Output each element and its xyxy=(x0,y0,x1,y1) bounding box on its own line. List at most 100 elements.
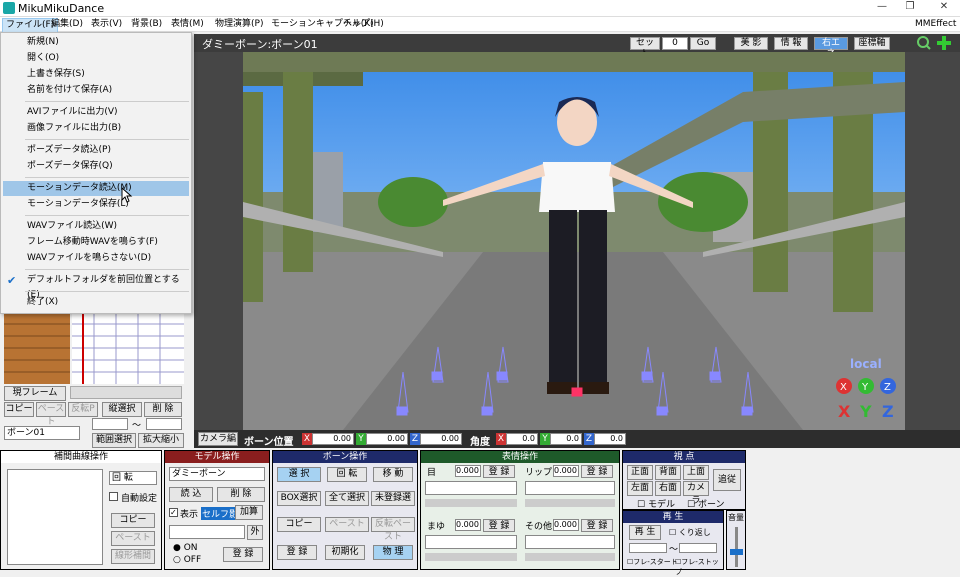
camera-edit-button[interactable]: カメラ編 xyxy=(198,432,238,446)
restore-button[interactable]: ❐ xyxy=(896,1,924,16)
menu-load-pose[interactable]: ポーズデータ読込(P) xyxy=(3,143,189,158)
angle-z-input[interactable]: 0.0 xyxy=(594,433,626,445)
axis-button[interactable]: 座標軸 xyxy=(854,37,890,50)
physics-button[interactable]: 物 理 xyxy=(373,545,413,560)
model-register-button[interactable]: 登 録 xyxy=(223,547,263,562)
model-select[interactable]: ダミーボーン xyxy=(169,467,265,481)
menu-save-as[interactable]: 名前を付けて保存(A) xyxy=(3,83,189,98)
axis-gizmo[interactable]: X Y Z X Y Z xyxy=(834,377,898,425)
add-icon[interactable] xyxy=(936,35,952,51)
other-slider[interactable] xyxy=(525,553,615,561)
set-button[interactable]: セット xyxy=(630,37,660,59)
eye-value[interactable]: 0.000 xyxy=(455,465,481,477)
angle-y-input[interactable]: 0.0 xyxy=(550,433,582,445)
bone-copy-button[interactable]: コピー xyxy=(277,517,321,532)
select-all-button[interactable]: 全て選択 xyxy=(325,491,369,506)
menu-load-motion[interactable]: モーションデータ読込(M) xyxy=(3,181,189,196)
bone-paste-button[interactable]: ペースト xyxy=(325,517,369,532)
view-top-button[interactable]: 上面 xyxy=(683,465,709,480)
interp-curve-canvas[interactable] xyxy=(7,469,103,565)
follow-button[interactable]: 追従 xyxy=(713,469,741,491)
vertical-select-button[interactable]: 縦選択 xyxy=(102,402,142,417)
range-end-input[interactable] xyxy=(146,418,182,430)
3d-viewport[interactable]: local X Y Z X Y Z xyxy=(194,52,960,430)
menu-mmeffect[interactable]: MMEffect xyxy=(912,18,959,31)
play-button[interactable]: 再 生 xyxy=(629,525,661,540)
unregistered-select-button[interactable]: 未登録選 xyxy=(371,491,415,506)
pos-y-input[interactable]: 0.00 xyxy=(366,433,408,445)
frame-start-checkbox[interactable]: ☐フレ-スタート xyxy=(627,557,678,567)
view-back-button[interactable]: 背面 xyxy=(655,465,681,480)
eye-register-button[interactable]: 登 録 xyxy=(483,465,515,478)
brow-value[interactable]: 0.000 xyxy=(455,519,481,531)
menu-save[interactable]: 上書き保存(S) xyxy=(3,67,189,82)
off-radio[interactable]: ○ OFF xyxy=(173,555,201,565)
pos-x-input[interactable]: 0.00 xyxy=(312,433,354,445)
pos-z-input[interactable]: 0.00 xyxy=(420,433,462,445)
play-start-input[interactable] xyxy=(629,543,667,553)
other-register-button[interactable]: 登 録 xyxy=(581,519,613,532)
view-left-button[interactable]: 左面 xyxy=(627,481,653,496)
model-load-button[interactable]: 読 込 xyxy=(169,487,213,502)
view-right-button[interactable]: 右面 xyxy=(655,481,681,496)
menu-new[interactable]: 新規(N) xyxy=(3,35,189,50)
menu-export-image[interactable]: 画像ファイルに出力(B) xyxy=(3,121,189,136)
view-camera-button[interactable]: カメラ xyxy=(683,481,709,506)
menu-export-avi[interactable]: AVIファイルに出力(V) xyxy=(3,105,189,120)
info-button[interactable]: 情 報 xyxy=(774,37,808,50)
menu-exit[interactable]: 終了(X) xyxy=(3,295,189,310)
brow-select[interactable] xyxy=(425,535,517,549)
minimize-button[interactable]: — xyxy=(868,1,896,16)
timeline-scrollbar[interactable] xyxy=(70,386,182,399)
eye-select[interactable] xyxy=(425,481,517,495)
interp-rotate-select[interactable]: 回 転 xyxy=(109,471,157,485)
menu-load-wav[interactable]: WAVファイル読込(W) xyxy=(3,219,189,234)
zoom-icon[interactable] xyxy=(916,35,932,51)
show-checkbox[interactable]: ✓ xyxy=(169,508,178,517)
bone-rotate-button[interactable]: 回 転 xyxy=(327,467,367,482)
delete-button[interactable]: 削 除 xyxy=(144,402,182,417)
range-start-input[interactable] xyxy=(92,418,128,430)
lip-slider[interactable] xyxy=(525,499,615,507)
menu-background[interactable]: 背景(B) xyxy=(128,18,165,31)
range-select-button[interactable]: 範囲選択 xyxy=(92,433,136,448)
menu-expression[interactable]: 表情(M) xyxy=(168,18,207,31)
scale-button[interactable]: 拡大縮小 xyxy=(138,433,184,448)
paste-button[interactable]: ペースト xyxy=(36,402,66,427)
bone-select-button[interactable]: 選 択 xyxy=(277,467,321,482)
current-frame-button[interactable]: 現フレーム xyxy=(4,386,66,401)
view-model-checkbox[interactable]: ☐ モデル xyxy=(637,497,675,510)
brow-slider[interactable] xyxy=(425,553,517,561)
menu-physics[interactable]: 物理演算(P) xyxy=(212,18,266,31)
box-select-button[interactable]: BOX選択 xyxy=(277,491,321,506)
play-end-input[interactable] xyxy=(679,543,717,553)
linear-interp-button[interactable]: 線形補間 xyxy=(111,549,155,564)
menu-save-pose[interactable]: ポーズデータ保存(Q) xyxy=(3,159,189,174)
repeat-checkbox[interactable]: ☐ くり返し xyxy=(669,527,711,538)
angle-x-input[interactable]: 0.0 xyxy=(506,433,538,445)
interp-copy-button[interactable]: コピー xyxy=(111,513,155,528)
interp-paste-button[interactable]: ペースト xyxy=(111,531,155,546)
outside-parent-select[interactable] xyxy=(169,525,245,539)
volume-slider[interactable] xyxy=(730,549,743,555)
view-front-button[interactable]: 正面 xyxy=(627,465,653,480)
timeline-grid[interactable] xyxy=(4,314,186,384)
brow-register-button[interactable]: 登 録 xyxy=(483,519,515,532)
menu-help[interactable]: ヘルプ(H) xyxy=(340,18,387,31)
menu-open[interactable]: 開く(O) xyxy=(3,51,189,66)
menu-default-folder[interactable]: デフォルトフォルダを前回位置とする(E) xyxy=(3,273,189,300)
other-value[interactable]: 0.000 xyxy=(553,519,579,531)
menu-save-motion[interactable]: モーションデータ保存(L) xyxy=(3,197,189,212)
right-energy-button[interactable]: 右エネ xyxy=(814,37,848,59)
add-blend-button[interactable]: 加算 xyxy=(235,505,263,520)
bone-move-button[interactable]: 移 動 xyxy=(373,467,413,482)
model-delete-button[interactable]: 削 除 xyxy=(217,487,265,502)
eye-slider[interactable] xyxy=(425,499,517,507)
auto-set-checkbox[interactable] xyxy=(109,492,118,501)
lip-value[interactable]: 0.000 xyxy=(553,465,579,477)
on-radio[interactable]: ● ON xyxy=(173,543,198,553)
shadow-button[interactable]: 美 影 xyxy=(734,37,768,50)
other-select[interactable] xyxy=(525,535,615,549)
menu-play-wav-on-move[interactable]: フレーム移動時WAVを鳴らす(F) xyxy=(3,235,189,250)
menu-view[interactable]: 表示(V) xyxy=(88,18,125,31)
